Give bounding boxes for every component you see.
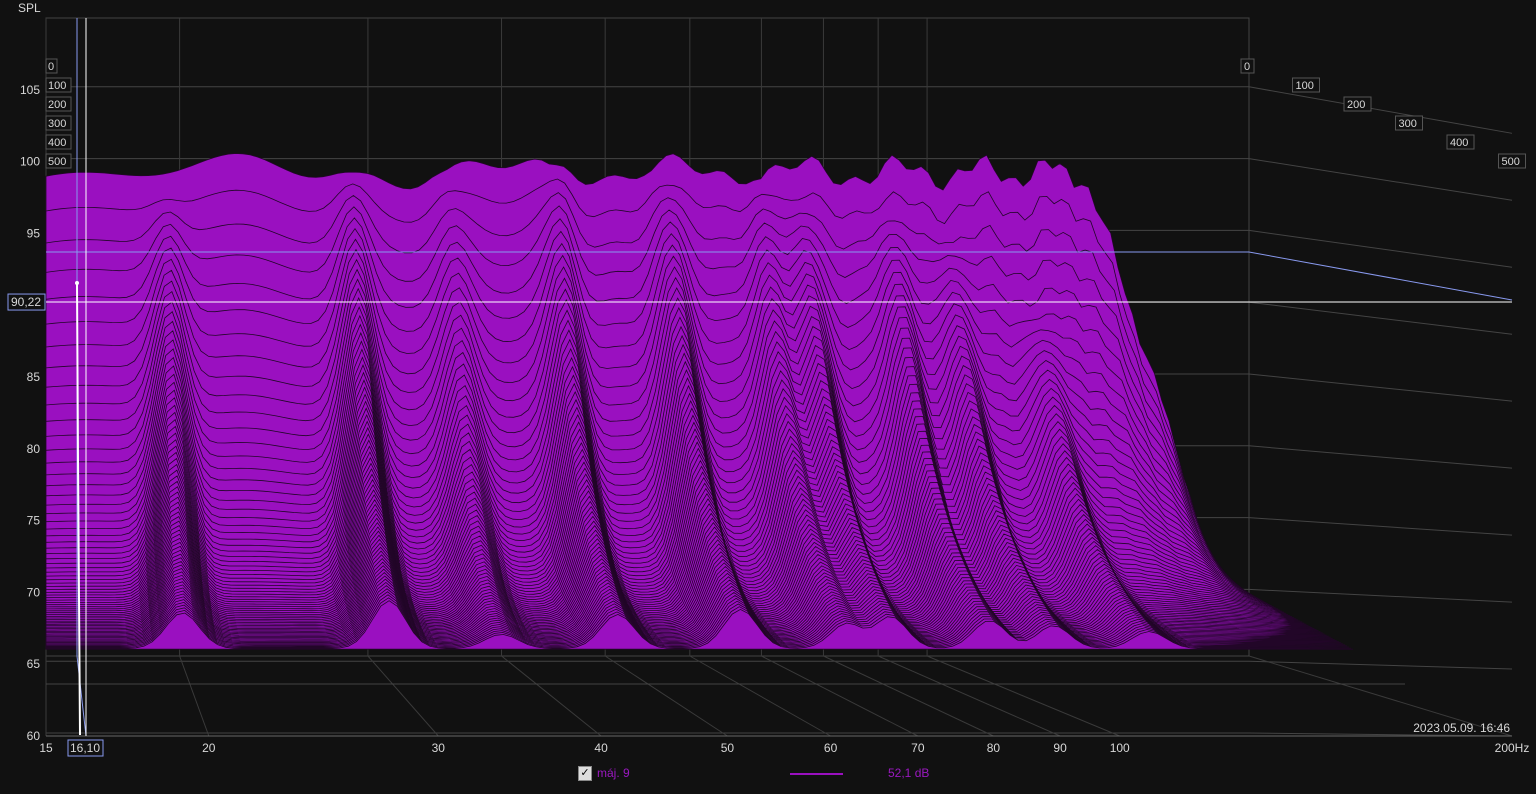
time-tick-label: 200 bbox=[1347, 99, 1365, 111]
y-tick-label: 75 bbox=[27, 514, 41, 528]
time-tick-left: 100 bbox=[45, 77, 72, 93]
side-gridline bbox=[1248, 301, 1513, 335]
cursor-point bbox=[75, 281, 79, 285]
x-tick-label: 15 bbox=[39, 741, 53, 755]
timestamp: 2023.05.09. 16:46 bbox=[1413, 721, 1510, 735]
floor-gridline bbox=[761, 655, 919, 737]
x-tick-label: 100 bbox=[1110, 741, 1130, 755]
waterfall-slices bbox=[45, 153, 1354, 650]
waterfall-chart[interactable]: 60 65 70 75 80 85 90 95 100 105 SPL 15 20 30 40 50 60 70 8… bbox=[0, 0, 1536, 794]
legend-name: máj. 9 bbox=[597, 766, 630, 780]
time-tick-label: 0 bbox=[1244, 61, 1250, 73]
x-tick-label: 200Hz bbox=[1495, 741, 1530, 755]
y-tick-label: 85 bbox=[27, 370, 41, 384]
y-tick-label: 60 bbox=[27, 729, 41, 743]
floor-gridline bbox=[367, 655, 439, 737]
cursor-floor-line bbox=[76, 655, 87, 737]
legend-checkbox[interactable]: ✓ bbox=[578, 766, 592, 781]
x-tick-label: 80 bbox=[987, 741, 1001, 755]
x-tick-label: 40 bbox=[594, 741, 608, 755]
x-tick-label: 90 bbox=[1053, 741, 1067, 755]
time-tick-right: 500 bbox=[1498, 153, 1526, 169]
cursor-y-label: 90,22 bbox=[11, 295, 41, 309]
x-tick-label: 60 bbox=[824, 741, 838, 755]
time-tick-label: 500 bbox=[1502, 156, 1520, 168]
floor-gridline bbox=[604, 655, 728, 737]
time-tick-label: 300 bbox=[1399, 118, 1417, 130]
floor-gridline bbox=[926, 655, 1120, 737]
y-tick-label: 105 bbox=[20, 83, 40, 97]
legend-line bbox=[790, 773, 843, 775]
cursor-x-label: 16,10 bbox=[70, 741, 100, 755]
y-axis-title: SPL bbox=[18, 1, 41, 15]
floor-gridline bbox=[179, 655, 210, 737]
side-gridline bbox=[1248, 445, 1513, 469]
time-tick-label: 100 bbox=[1296, 80, 1314, 92]
time-tick-left: 300 bbox=[45, 115, 72, 131]
y-tick-label: 100 bbox=[20, 155, 40, 169]
side-gridline bbox=[1248, 373, 1513, 402]
floor-gridline bbox=[689, 655, 831, 737]
time-tick-right: 400 bbox=[1446, 134, 1475, 150]
x-tick-label: 30 bbox=[432, 741, 446, 755]
side-gridline bbox=[1248, 229, 1513, 268]
time-tick-label: 0 bbox=[48, 61, 54, 73]
y-tick-label: 70 bbox=[27, 585, 41, 599]
floor-gridline bbox=[877, 655, 1061, 737]
time-tick-label: 300 bbox=[48, 118, 66, 130]
time-tick-right: 0 bbox=[1240, 58, 1255, 74]
legend-value: 52,1 dB bbox=[888, 766, 930, 780]
side-gridline bbox=[1248, 588, 1513, 603]
side-gridline bbox=[1248, 86, 1513, 134]
time-tick-label: 400 bbox=[1450, 137, 1468, 149]
y-tick-label: 95 bbox=[27, 226, 41, 240]
cursor-side-line bbox=[1248, 251, 1513, 301]
time-tick-left: 0 bbox=[45, 58, 58, 74]
side-gridline bbox=[1248, 517, 1513, 536]
time-tick-label: 200 bbox=[48, 99, 66, 111]
time-tick-label: 400 bbox=[48, 137, 66, 149]
y-tick-label: 65 bbox=[27, 657, 41, 671]
x-tick-label: 70 bbox=[911, 741, 925, 755]
y-tick-label: 80 bbox=[27, 442, 41, 456]
time-tick-label: 100 bbox=[48, 80, 66, 92]
time-tick-right: 100 bbox=[1292, 77, 1320, 93]
x-tick-label: 20 bbox=[202, 741, 216, 755]
time-tick-label: 500 bbox=[48, 156, 66, 168]
time-tick-left: 500 bbox=[45, 153, 72, 169]
side-gridline bbox=[1248, 158, 1513, 201]
time-tick-left: 200 bbox=[45, 96, 72, 112]
x-tick-label: 50 bbox=[721, 741, 735, 755]
floor-gridline bbox=[501, 655, 602, 737]
time-tick-left: 400 bbox=[45, 134, 72, 150]
time-tick-right: 300 bbox=[1395, 115, 1423, 131]
time-tick-right: 200 bbox=[1343, 96, 1372, 112]
